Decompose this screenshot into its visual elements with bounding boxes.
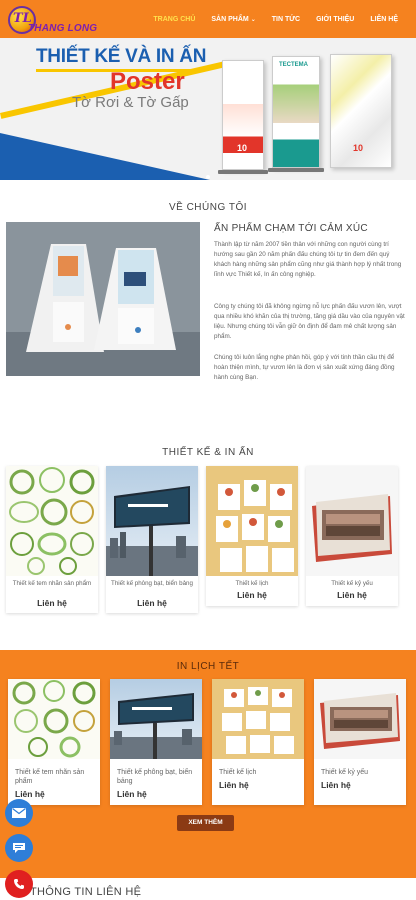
- yearbook-thumbnail: [312, 494, 392, 562]
- card-contact-link[interactable]: Liên hệ: [321, 780, 351, 790]
- labels-thumbnail: [12, 680, 96, 758]
- nav-item-products-label: SẢN PHẨM: [211, 15, 249, 23]
- calendar-photo: [6, 222, 200, 376]
- rollup-2-label: TECTEMA: [279, 62, 308, 68]
- rollup-standee-1: 10: [222, 60, 264, 170]
- nav-item-home[interactable]: TRANG CHỦ: [145, 16, 203, 23]
- product-card[interactable]: Thiết kế tem nhãn sản phẩm Liên hệ: [6, 466, 98, 613]
- card-contact-link[interactable]: Liên hệ: [206, 590, 298, 600]
- product-card[interactable]: Thiết kế phông bạt, biển bảng Liên hệ: [106, 466, 198, 613]
- message-float-button[interactable]: [5, 834, 33, 862]
- card-title: Thiết kế lịch: [235, 580, 269, 587]
- rollup-base-2: [268, 168, 324, 172]
- rollup-standee-2: TECTEMA: [272, 56, 320, 168]
- card-contact-link[interactable]: Liên hệ: [6, 598, 98, 608]
- yearbook-thumbnail: [320, 693, 400, 749]
- banner-blue-shape: [0, 133, 210, 180]
- card-title: Thiết kế kỷ yếu: [321, 769, 369, 776]
- card-title: Thiết kế kỷ yếu: [331, 580, 373, 587]
- card-contact-link[interactable]: Liên hệ: [219, 780, 249, 790]
- rollup-3-label: 10: [353, 143, 364, 153]
- hero-banner[interactable]: THIẾT KẾ VÀ IN ẤN Poster Tờ Rơi & Tờ Gấp…: [0, 38, 416, 180]
- card-image: [314, 679, 406, 759]
- contact-section-title: THÔNG TIN LIÊN HỆ: [30, 886, 142, 898]
- product-card[interactable]: Thiết kế lịch Liên hệ: [206, 466, 298, 606]
- phone-icon: [14, 879, 24, 889]
- labels-thumbnail: [9, 467, 95, 575]
- card-image: [8, 679, 100, 759]
- card-title: Thiết kế tem nhãn sản phẩm: [15, 769, 85, 785]
- card-contact-link[interactable]: Liên hệ: [306, 590, 398, 600]
- card-image: [110, 679, 202, 759]
- card-image: [106, 466, 198, 576]
- card-contact-link[interactable]: Liên hệ: [117, 789, 147, 799]
- slider-dot[interactable]: [206, 175, 210, 179]
- card-image: [206, 466, 298, 576]
- billboard-thumbnail: [110, 693, 202, 759]
- rollup-base-1: [218, 170, 268, 174]
- nav-item-products[interactable]: SẢN PHẨM ⌄: [203, 16, 263, 23]
- product-card[interactable]: Thiết kế kỷ yếu Liên hệ: [314, 679, 406, 805]
- logo-name: THANG LONG: [28, 23, 98, 34]
- about-paragraph-2: Công ty chúng tôi đã không ngừng nỗ lực …: [214, 303, 405, 340]
- product-card[interactable]: Thiết kế kỷ yếu Liên hệ: [306, 466, 398, 606]
- about-paragraph-1: Thành lập từ năm 2007 tiền thân với nhữn…: [214, 241, 402, 278]
- card-image: [306, 466, 398, 576]
- product-card[interactable]: Thiết kế phông bạt, biển bảng Liên hệ: [110, 679, 202, 805]
- card-contact-link[interactable]: Liên hệ: [15, 789, 45, 799]
- product-card[interactable]: Thiết kế lịch Liên hệ: [212, 679, 304, 805]
- mail-icon: [12, 808, 26, 818]
- card-title: Thiết kế lịch: [219, 769, 257, 776]
- message-icon: [13, 843, 25, 853]
- banner-heading: THIẾT KẾ VÀ IN ẤN: [36, 46, 207, 67]
- card-title: Thiết kế phông bạt, biển bảng: [111, 580, 193, 587]
- nav-item-about[interactable]: GIỚI THIỆU: [308, 16, 362, 23]
- logo[interactable]: TL THANG LONG: [8, 4, 108, 36]
- billboard-thumbnail: [106, 486, 198, 576]
- page: TL THANG LONG TRANG CHỦ SẢN PHẨM ⌄ TIN TỨ…: [0, 0, 416, 900]
- about-section-title: VỀ CHÚNG TÔI: [168, 202, 248, 213]
- card-title: Thiết kế phông bạt, biển bảng: [117, 769, 193, 785]
- banner-poster: Poster: [110, 68, 185, 95]
- calendar-thumbnail: [222, 687, 294, 754]
- site-header: TL THANG LONG TRANG CHỦ SẢN PHẨM ⌄ TIN TỨ…: [0, 0, 416, 38]
- about-paragraph-3: Chúng tôi luôn lắng nghe phản hồi, góp ý…: [214, 354, 395, 381]
- card-image: [212, 679, 304, 759]
- printing-section-title: IN LỊCH TẾT: [176, 661, 240, 672]
- about-image: [6, 222, 200, 376]
- banner-subheading: Tờ Rơi & Tờ Gấp: [72, 94, 189, 111]
- email-float-button[interactable]: [5, 799, 33, 827]
- design-section-title: THIẾT KẾ & IN ẤN: [162, 447, 254, 458]
- card-image: [6, 466, 98, 576]
- rollup-1-label: 10: [237, 143, 248, 153]
- nav-item-contact[interactable]: LIÊN HỆ: [362, 16, 406, 23]
- calendar-thumbnail: [216, 480, 294, 572]
- card-title: Thiết kế tem nhãn sản phẩm: [12, 580, 92, 587]
- about-heading: ẤN PHẨM CHẠM TỚI CẢM XÚC: [214, 223, 368, 234]
- call-float-button[interactable]: [5, 870, 33, 898]
- nav-item-news[interactable]: TIN TỨC: [264, 16, 308, 23]
- rollup-standee-3: 10: [330, 54, 392, 168]
- card-contact-link[interactable]: Liên hệ: [106, 598, 198, 608]
- main-nav: TRANG CHỦ SẢN PHẨM ⌄ TIN TỨC GIỚI THIỆU L…: [145, 0, 406, 38]
- view-more-button[interactable]: XEM THÊM: [177, 815, 234, 831]
- product-card[interactable]: Thiết kế tem nhãn sản phẩm Liên hệ: [8, 679, 100, 805]
- chevron-down-icon: ⌄: [250, 16, 256, 23]
